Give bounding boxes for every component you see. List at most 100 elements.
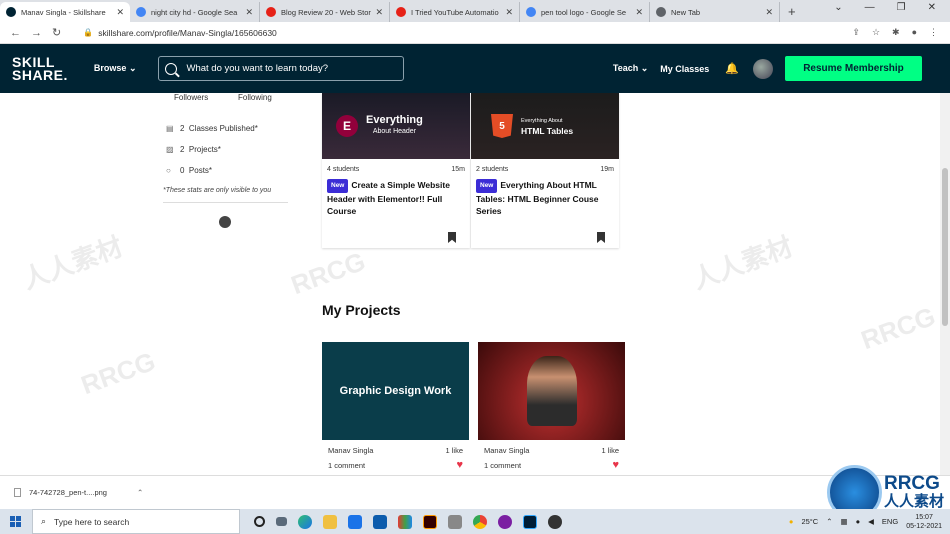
my-classes-link[interactable]: My Classes	[660, 64, 709, 74]
file-icon	[14, 488, 21, 497]
mail-icon[interactable]	[348, 514, 362, 529]
project-card[interactable]: Manav Singla 1 like 1 comment ♥	[478, 342, 625, 471]
browser-tab-strip: Manav Singla - Skillshare ✕ night city hd…	[0, 0, 950, 22]
bookmark-icon[interactable]	[597, 232, 605, 243]
illustrator-icon[interactable]	[423, 514, 437, 529]
profile-icon[interactable]: ●	[912, 27, 917, 38]
clock[interactable]: 15:07 05-12-2021	[906, 513, 942, 531]
chevron-down-icon[interactable]: ⌄	[834, 2, 842, 13]
class-title[interactable]: New Create a Simple Website Header with E…	[322, 173, 470, 217]
weather-icon: ●	[788, 517, 794, 526]
chrome-favicon-icon	[656, 7, 666, 17]
forward-arrow-icon[interactable]: →	[31, 27, 42, 39]
obs-icon[interactable]	[548, 514, 562, 529]
image-icon: ▨	[166, 145, 174, 154]
close-tab-icon[interactable]: ✕	[505, 7, 513, 18]
browser-tab[interactable]: New Tab ✕	[650, 2, 780, 22]
download-item[interactable]: 74-742728_pen-t....png ⌃	[14, 488, 143, 497]
bookmark-icon[interactable]	[448, 232, 456, 243]
temperature[interactable]: 25°C	[801, 517, 818, 526]
edge-icon[interactable]	[298, 514, 312, 529]
browse-menu[interactable]: Browse ⌄	[94, 63, 137, 74]
portrait-image	[526, 356, 577, 426]
back-arrow-icon[interactable]: ←	[10, 27, 21, 39]
close-tab-icon[interactable]: ✕	[635, 7, 643, 18]
my-projects-heading: My Projects	[322, 302, 401, 318]
site-header: SKILL SHARE. Browse ⌄ What do you want to…	[0, 44, 950, 93]
chevron-down-icon: ⌄	[128, 63, 137, 73]
bell-icon[interactable]: 🔔	[725, 62, 739, 75]
browser-tab[interactable]: Manav Singla - Skillshare ✕	[0, 2, 130, 22]
class-title[interactable]: New Everything About HTML Tables: HTML Be…	[471, 173, 619, 217]
globe-icon[interactable]	[219, 216, 231, 228]
store-icon[interactable]	[373, 514, 387, 529]
maximize-icon[interactable]: ❐	[897, 2, 906, 13]
resume-membership-button[interactable]: Resume Membership	[785, 56, 922, 81]
stat-projects: ▨ 2 Projects*	[166, 145, 221, 154]
close-window-icon[interactable]: ✕	[928, 2, 936, 13]
photoshop-icon[interactable]	[523, 514, 537, 529]
close-tab-icon[interactable]: ✕	[245, 7, 253, 18]
teach-menu[interactable]: Teach ⌄	[613, 63, 648, 74]
lock-icon: 🔒	[83, 28, 94, 37]
google-favicon-icon	[526, 7, 536, 17]
volume-icon[interactable]: ◀	[868, 517, 874, 526]
browser-tab[interactable]: night city hd - Google Sea ✕	[130, 2, 260, 22]
chevron-down-icon: ⌄	[640, 63, 649, 73]
stat-classes-published: ▤ 2 Classes Published*	[166, 124, 258, 133]
new-tab-button[interactable]: +	[788, 4, 796, 19]
reload-icon[interactable]: ↻	[52, 26, 61, 39]
project-thumbnail	[478, 342, 625, 440]
window-controls: ⌄ — ❐ ✕	[834, 2, 950, 13]
page-scrollbar[interactable]	[940, 93, 950, 475]
skillshare-logo[interactable]: SKILL SHARE.	[12, 55, 68, 82]
screenshot-tool-icon[interactable]	[448, 514, 462, 529]
class-thumbnail: 5 Everything About HTML Tables	[471, 93, 619, 159]
html5-logo-icon: 5	[491, 114, 513, 138]
minimize-icon[interactable]: —	[865, 2, 875, 13]
browser-tab[interactable]: Blog Review 20 - Web Stor ✕	[260, 2, 390, 22]
class-card[interactable]: 5 Everything About HTML Tables 2 students…	[471, 93, 619, 248]
chevron-up-icon[interactable]: ⌃	[137, 488, 143, 497]
chrome-icon[interactable]	[473, 514, 487, 529]
chevron-up-icon[interactable]: ⌃	[826, 517, 832, 526]
stat-posts: ○ 0 Posts*	[166, 166, 213, 175]
heart-icon[interactable]: ♥	[612, 460, 619, 471]
browser-tab[interactable]: pen tool logo - Google Se ✕	[520, 2, 650, 22]
youtube-favicon-icon	[266, 7, 276, 17]
heart-icon[interactable]: ♥	[456, 460, 463, 471]
video-icon: ▤	[166, 124, 174, 133]
search-icon	[165, 62, 178, 75]
avatar[interactable]	[753, 58, 773, 79]
scrollbar-thumb[interactable]	[942, 168, 948, 326]
extensions-icon[interactable]: ✱	[892, 27, 900, 38]
music-app-icon[interactable]	[498, 514, 512, 529]
mic-icon[interactable]: ●	[856, 517, 861, 526]
task-view-icon[interactable]	[254, 516, 265, 527]
followers-link[interactable]: Followers	[174, 93, 208, 102]
taskbar-search-input[interactable]: ⌕ Type here to search	[32, 509, 240, 534]
project-card[interactable]: Graphic Design Work Manav Singla 1 like 1…	[322, 342, 469, 471]
taskbar-apps	[254, 514, 562, 529]
close-tab-icon[interactable]: ✕	[375, 7, 383, 18]
elementor-logo-icon: E	[336, 115, 358, 137]
close-tab-icon[interactable]: ✕	[765, 7, 773, 18]
menu-dots-icon[interactable]: ⋮	[929, 27, 938, 38]
network-icon[interactable]: ▦	[841, 517, 848, 526]
following-link[interactable]: Following	[238, 93, 272, 102]
address-bar: ← → ↻ 🔒 skillshare.com/profile/Manav-Sing…	[0, 22, 950, 44]
url-field[interactable]: 🔒 skillshare.com/profile/Manav-Singla/165…	[83, 28, 277, 38]
project-thumbnail: Graphic Design Work	[322, 342, 469, 440]
windows-start-icon[interactable]	[10, 516, 21, 527]
class-card[interactable]: E Everything About Header 4 students 15m N…	[322, 93, 470, 248]
close-tab-icon[interactable]: ✕	[116, 7, 124, 18]
share-icon[interactable]: ⇪	[852, 27, 860, 38]
language-indicator[interactable]: ENG	[882, 517, 898, 526]
star-icon[interactable]: ☆	[872, 27, 880, 38]
app-grid-icon[interactable]	[398, 514, 412, 529]
widgets-icon[interactable]	[276, 517, 287, 526]
file-explorer-icon[interactable]	[323, 514, 337, 529]
search-input[interactable]: What do you want to learn today?	[158, 56, 405, 81]
new-badge: New	[327, 179, 349, 193]
browser-tab[interactable]: I Tried YouTube Automatio ✕	[390, 2, 520, 22]
